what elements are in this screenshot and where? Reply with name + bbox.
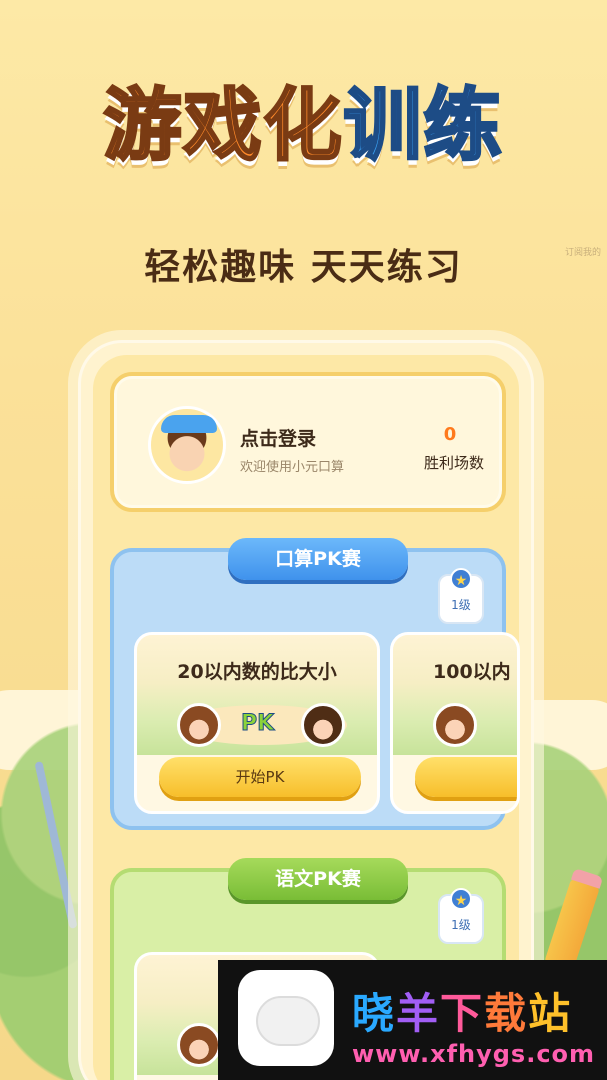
math-pk-section: 口算PK赛 ★ 1级 20以内数的比大小 PK 开始PK 100以内 [110,538,520,830]
level-selector[interactable]: ★ 1级 [438,568,484,624]
star-shield-icon: ★ [450,568,472,590]
hero-title-part2: 训练 [342,80,504,173]
game-title: 20以内数的比大小 [177,661,337,683]
wins-label: 胜利场数 [423,454,484,472]
player-avatar-girl [177,1023,221,1067]
welcome-text: 欢迎使用小元口算 [240,460,345,475]
wins-count: 0 [443,424,457,445]
pk-icon: PK [240,711,275,737]
game-title: 100以内 [433,661,511,683]
star-shield-icon: ★ [450,888,472,910]
hero-subtitle: 轻松趣味 天天练习 [144,247,463,288]
pk-letter-p: P [240,711,258,737]
game-card[interactable]: 100以内 [390,632,520,814]
player-avatar-girl [433,703,477,747]
sheep-logo-icon [238,970,334,1066]
avatar[interactable] [148,406,226,484]
player-avatar-girl [177,703,221,747]
level-label: 1级 [451,598,471,612]
level-selector[interactable]: ★ 1级 [438,888,484,944]
pk-letter-k: K [257,711,275,737]
player-avatar-boy [301,703,345,747]
login-link[interactable]: 点击登录 [240,424,316,451]
start-pk-button[interactable] [415,757,517,797]
level-label: 1级 [451,918,471,932]
watermark-url: www.xfhygs.com [352,1040,596,1068]
game-card[interactable]: 20以内数的比大小 PK 开始PK [134,632,380,814]
hero-title-part1: 游戏化 [102,80,344,173]
watermark-title: 晓羊下载站 [352,989,573,1038]
corner-text: 订阅我的 [564,248,601,258]
section-title: 口算PK赛 [228,538,408,580]
hero-title: 游戏化训练 [0,80,607,174]
start-pk-button[interactable]: 开始PK [159,757,361,797]
watermark-banner: 晓羊下载站 www.xfhygs.com [218,960,607,1080]
login-card[interactable]: 点击登录 欢迎使用小元口算 0 胜利场数 [110,372,506,512]
section-title: 语文PK赛 [228,858,408,900]
